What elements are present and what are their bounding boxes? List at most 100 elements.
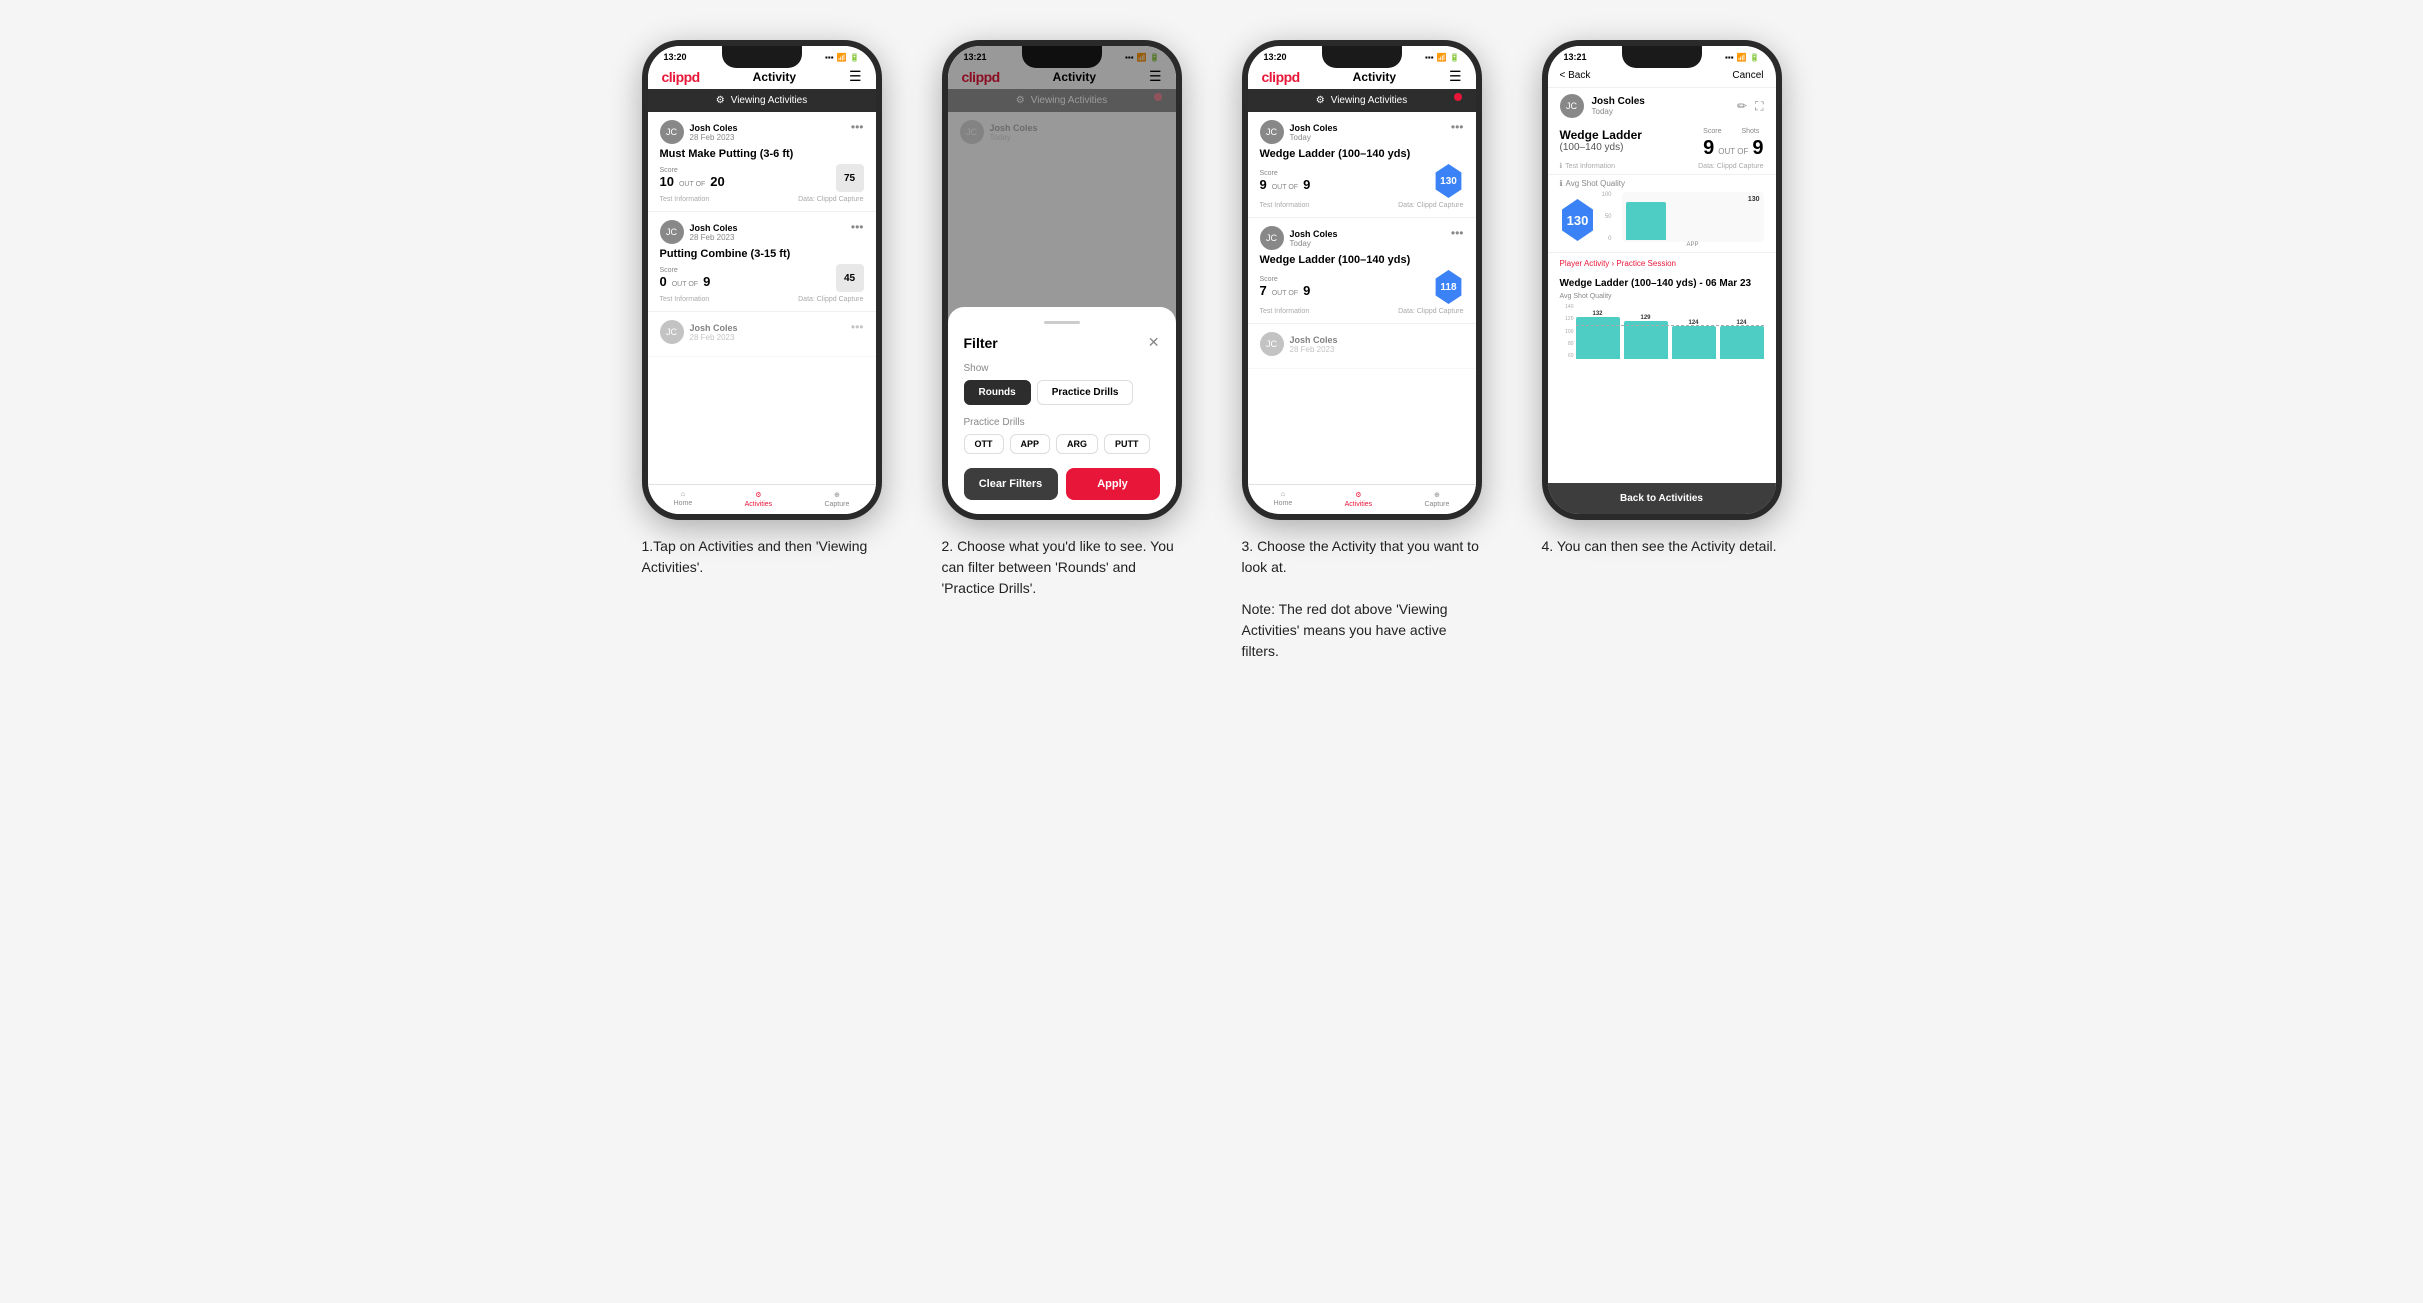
menu-icon-3[interactable]: ☰ [1449,68,1462,85]
time-1: 13:20 [664,52,687,62]
avatar-3-2: JC [1260,226,1284,250]
dots-1-3[interactable]: ••• [851,320,864,334]
nav-home-3[interactable]: ⌂ Home [1274,491,1293,508]
phone-4-notch [1622,46,1702,68]
viewing-banner-1[interactable]: ⚙ Viewing Activities [648,89,876,112]
avg-shot-quality-section: ℹ Avg Shot Quality 130 100 50 0 [1548,174,1776,252]
outof-text: OUT OF [1718,147,1748,156]
test-info-4: Test Information [1565,163,1615,170]
user-name-3-3: Josh Coles [1290,335,1338,345]
close-icon[interactable]: ✕ [1148,334,1160,351]
banner-icon-1: ⚙ [716,95,725,106]
edit-icon[interactable]: ✏ [1737,99,1747,114]
footer1-1-1: Test Information [660,196,710,203]
activity-card-1-2[interactable]: JC Josh Coles 28 Feb 2023 ••• Putting Co… [648,212,876,312]
nav-activities-3[interactable]: ⚙ Activities [1345,491,1373,508]
cancel-button[interactable]: Cancel [1732,70,1763,81]
user-date-3-3: 28 Feb 2023 [1290,345,1338,354]
apply-button[interactable]: Apply [1066,468,1160,500]
nav-capture-1[interactable]: ⊕ Capture [824,491,849,508]
score-val-3-1: 9 [1260,177,1267,192]
back-button[interactable]: < Back [1560,70,1591,81]
card-footer-3-1: Test Information Data: Clippd Capture [1260,202,1464,209]
score-group-3-1: Score 9 OUT OF 9 [1260,170,1311,192]
practice-label: Practice Drills [964,417,1160,428]
bar-1 [1576,317,1620,359]
activity-card-1-1[interactable]: JC Josh Coles 28 Feb 2023 ••• Must Make … [648,112,876,212]
user-name-1-2: Josh Coles [690,223,738,233]
practice-buttons: OTT APP ARG PUTT [964,434,1160,454]
detail-score-section: Wedge Ladder (100–140 yds) Score Shots 9… [1548,124,1776,174]
filter-modal-sheet: Filter ✕ Show Rounds Practice Drills Pra… [948,307,1176,514]
practice-session-label: Practice Session [1616,259,1676,268]
expand-icon[interactable]: ⛶ [1755,99,1763,114]
phone-2-screen: 13:21 ▪▪▪ 📶 🔋 clippd Activity ☰ ⚙ Vi [948,46,1176,514]
activity-card-3-3[interactable]: JC Josh Coles 28 Feb 2023 [1248,324,1476,369]
score-label-1-1: Score [660,167,725,174]
card-user-3-1: JC Josh Coles Today [1260,120,1338,144]
nav-capture-3[interactable]: ⊕ Capture [1424,491,1449,508]
status-icons-1: ▪▪▪ 📶 🔋 [825,53,859,62]
phone-1-col: 13:20 ▪▪▪ 📶 🔋 clippd Activity ☰ ⚙ Vi [627,40,897,578]
card-header-3-3: JC Josh Coles 28 Feb 2023 [1260,332,1464,356]
history-bars: 132 129 124 [1576,304,1764,359]
user-name-1-3: Josh Coles [690,323,738,333]
data-clippd-4: Data: Clippd Capture [1698,163,1763,170]
bar-2 [1624,321,1668,359]
phone-3-notch [1322,46,1402,68]
caption-3: 3. Choose the Activity that you want to … [1242,536,1482,662]
card-stats-1-2: Score 0 OUT OF 9 45 [660,264,864,292]
screen-scroll-3: JC Josh Coles Today ••• Wedge Ladder (10… [1248,112,1476,484]
dots-1-1[interactable]: ••• [851,120,864,134]
activity-card-1-3[interactable]: JC Josh Coles 28 Feb 2023 ••• [648,312,876,357]
putt-button[interactable]: PUTT [1104,434,1150,454]
activity-card-3-2[interactable]: JC Josh Coles Today ••• Wedge Ladder (10… [1248,218,1476,324]
phone-4-screen: 13:21 ▪▪▪ 📶 🔋 < Back Cancel JC [1548,46,1776,514]
user-date-1-1: 28 Feb 2023 [690,133,738,142]
footer2-1-2: Data: Clippd Capture [798,296,863,303]
card-stats-1-1: Score 10 OUT OF 20 75 [660,164,864,192]
chart-value: 130 [1748,196,1760,203]
nav-title-3: Activity [1353,70,1396,84]
history-chart-section: 140 120 100 80 60 132 [1548,302,1776,483]
dots-1-2[interactable]: ••• [851,220,864,234]
clear-filters-button[interactable]: Clear Filters [964,468,1058,500]
ott-button[interactable]: OTT [964,434,1004,454]
card-user-1-1: JC Josh Coles 28 Feb 2023 [660,120,738,144]
nav-activities-1[interactable]: ⚙ Activities [745,491,773,508]
viewing-banner-3[interactable]: ⚙ Viewing Activities [1248,89,1476,112]
footer2-3-2: Data: Clippd Capture [1398,308,1463,315]
back-to-activities-button[interactable]: Back to Activities [1548,483,1776,514]
logo-3: clippd [1262,69,1300,85]
wifi-icon: 📶 [837,53,847,62]
card-user-1-2: JC Josh Coles 28 Feb 2023 [660,220,738,244]
dots-3-1[interactable]: ••• [1451,120,1464,134]
practice-drills-button[interactable]: Practice Drills [1037,380,1134,405]
phone-4-col: 13:21 ▪▪▪ 📶 🔋 < Back Cancel JC [1527,40,1797,557]
score-label-1-2: Score [660,267,711,274]
bar-wrap-3: 124 [1672,320,1716,359]
signal-icon: ▪▪▪ [825,53,834,62]
modal-header: Filter ✕ [964,334,1160,351]
menu-icon-1[interactable]: ☰ [849,68,862,85]
activity-card-3-1[interactable]: JC Josh Coles Today ••• Wedge Ladder (10… [1248,112,1476,218]
score-label-3-1: Score [1260,170,1311,177]
rounds-button[interactable]: Rounds [964,380,1031,405]
card-header-1-1: JC Josh Coles 28 Feb 2023 ••• [660,120,864,144]
user-date-1-3: 28 Feb 2023 [690,333,738,342]
footer2-1-1: Data: Clippd Capture [798,196,863,203]
signal-icon-3: ▪▪▪ [1425,53,1434,62]
dots-3-2[interactable]: ••• [1451,226,1464,240]
capture-icon-3: ⊕ [1434,491,1440,499]
bar-wrap-2: 129 [1624,315,1668,359]
nav-home-1[interactable]: ⌂ Home [674,491,693,508]
user-info-3-2: Josh Coles Today [1290,229,1338,248]
status-icons-4: ▪▪▪ 📶 🔋 [1725,53,1759,62]
phone-3-frame: 13:20 ▪▪▪ 📶 🔋 clippd Activity ☰ ⚙ Vi [1242,40,1482,520]
capture-label-1: Capture [824,501,849,508]
arg-button[interactable]: ARG [1056,434,1098,454]
bar-wrap-4: 124 [1720,320,1764,359]
activities-icon-1: ⚙ [755,491,761,499]
score-group-1-1: Score 10 OUT OF 20 [660,167,725,189]
app-button[interactable]: APP [1010,434,1051,454]
